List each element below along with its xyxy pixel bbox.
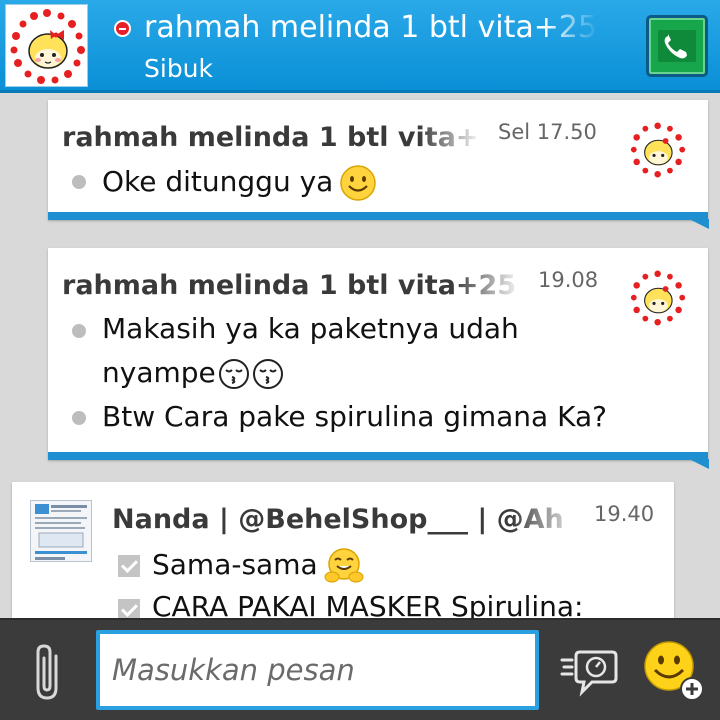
message-sender: rahmah melinda 1 btl vita+ (62, 122, 479, 153)
message-line: Sama-sama (152, 546, 364, 586)
checkbox-icon (118, 555, 140, 577)
ping-icon (560, 650, 618, 697)
hugging-emoji (324, 548, 364, 583)
message-time: 19.08 (538, 268, 599, 292)
chat-header: rahmah melinda 1 btl vita+25s Sibuk (0, 0, 720, 93)
message-bubble[interactable]: rahmah melinda 1 btl vita+ Sel 17.50 Oke… (48, 100, 709, 229)
busy-icon (114, 20, 131, 37)
kissing-emoji (218, 359, 249, 389)
message-bullet (72, 324, 86, 338)
kissing-emoji (252, 359, 283, 389)
sender-avatar (628, 120, 688, 180)
message-line: Btw Cara pake spirulina gimana Ka? (102, 400, 607, 433)
smiley-emoji (340, 165, 377, 201)
message-bubble[interactable]: Nanda | @BehelShop___ | @Ah 19.40 Sama-s… (12, 482, 674, 632)
message-time: Sel 17.50 (498, 120, 597, 144)
contact-status: Sibuk (144, 54, 214, 83)
message-bullet (72, 411, 86, 425)
sender-avatar (628, 268, 688, 328)
contact-name: rahmah melinda 1 btl vita+25s (144, 10, 599, 45)
message-input[interactable] (96, 630, 539, 710)
message-line: Oke ditunggu ya (102, 164, 377, 202)
message-sender: Nanda | @BehelShop___ | @Ah (112, 504, 564, 535)
message-bubble[interactable]: rahmah melinda 1 btl vita+25 19.08 Makas… (48, 248, 709, 469)
phone-icon (658, 30, 696, 62)
message-bullet (72, 175, 86, 189)
message-line: nyampe (102, 356, 284, 390)
sender-avatar (30, 500, 92, 562)
call-button[interactable] (646, 15, 708, 77)
message-line: Makasih ya ka paketnya udah (102, 312, 519, 345)
message-time: 19.40 (594, 502, 655, 526)
attach-button[interactable] (26, 642, 72, 702)
emoticon-button[interactable] (641, 638, 707, 704)
ping-button[interactable] (560, 644, 622, 700)
emoticon-add-icon (644, 641, 704, 701)
paperclip-icon (36, 644, 58, 700)
message-sender: rahmah melinda 1 btl vita+25 (62, 270, 517, 301)
contact-avatar[interactable] (5, 4, 88, 87)
composer-bar (0, 618, 720, 720)
